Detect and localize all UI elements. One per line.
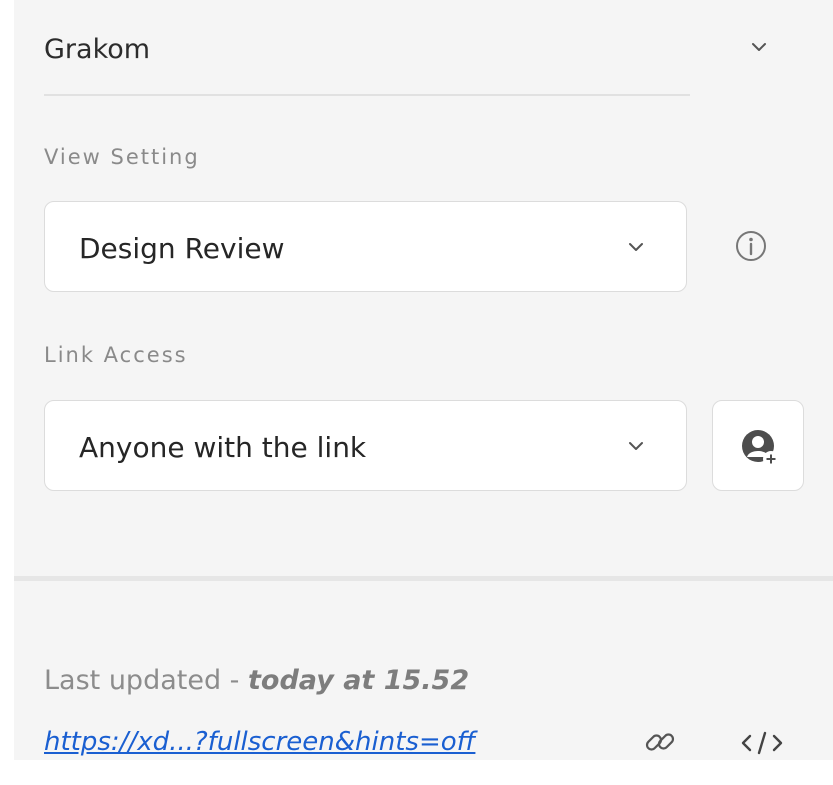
chevron-down-icon[interactable] [748, 36, 770, 58]
user-add-icon [742, 430, 779, 467]
section-divider [14, 576, 833, 581]
link-icon[interactable] [642, 724, 678, 760]
share-url-link[interactable]: https://xd...?fullscreen&hints=off [44, 727, 475, 757]
workspace-name: Grakom [44, 34, 151, 65]
view-setting-label: View Setting [44, 145, 200, 169]
link-access-value: Anyone with the link [79, 431, 367, 464]
share-panel: Grakom View Setting Design Review Link A… [14, 0, 833, 760]
workspace-underline [44, 94, 690, 96]
view-setting-select[interactable]: Design Review [44, 201, 687, 292]
link-access-select[interactable]: Anyone with the link [44, 400, 687, 491]
last-updated-prefix: Last updated - [44, 665, 249, 696]
chevron-down-icon [629, 243, 643, 251]
last-updated-time: today at 15.52 [248, 665, 470, 696]
chevron-down-icon [629, 442, 643, 450]
code-icon[interactable] [740, 728, 784, 758]
last-updated: Last updated - today at 15.52 [44, 665, 469, 696]
workspace-selector[interactable]: Grakom [44, 26, 789, 76]
info-icon[interactable] [734, 229, 768, 263]
view-setting-value: Design Review [79, 232, 285, 265]
invite-user-button[interactable] [712, 400, 804, 491]
link-access-label: Link Access [44, 343, 188, 367]
